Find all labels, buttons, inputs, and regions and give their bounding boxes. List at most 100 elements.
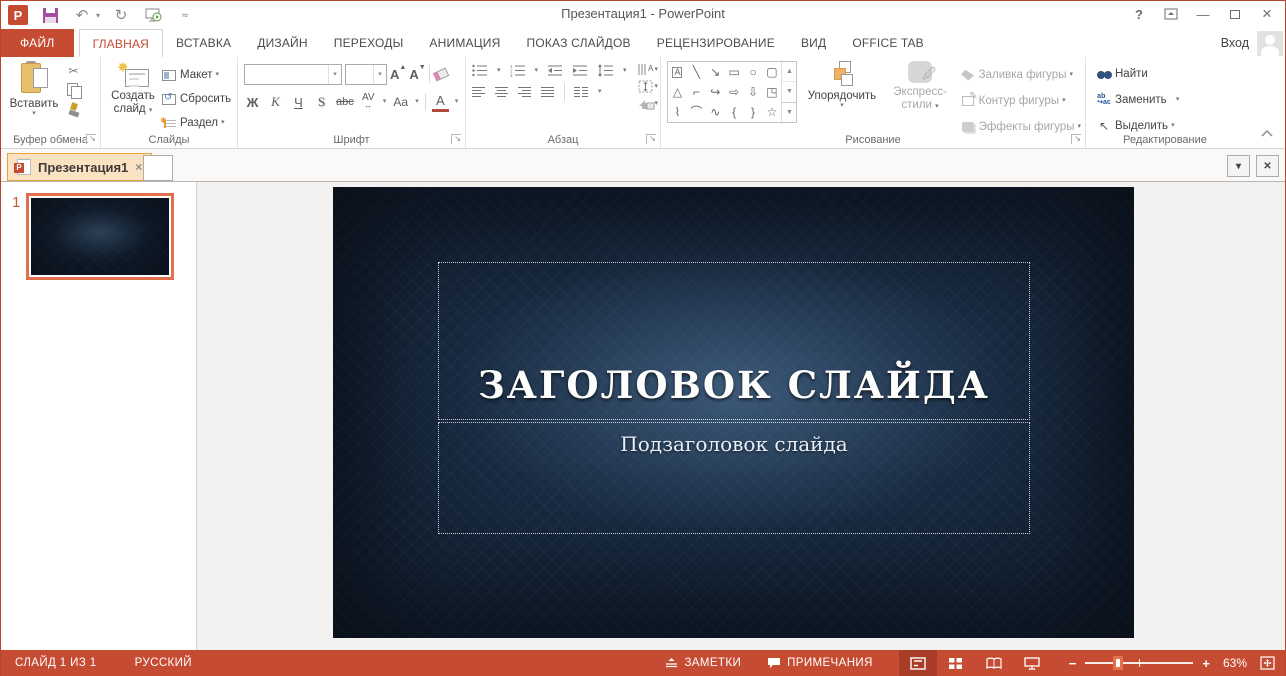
increase-indent-icon[interactable] — [572, 64, 588, 77]
shape-star[interactable]: ☆ — [767, 106, 778, 118]
align-left-icon[interactable] — [472, 86, 486, 99]
shape-scribble[interactable]: ⌇ — [675, 106, 681, 118]
collapse-ribbon-icon[interactable] — [1261, 124, 1273, 142]
title-placeholder[interactable]: ЗАГОЛОВОК СЛАЙДА — [438, 262, 1030, 420]
maximize-icon[interactable] — [1221, 3, 1249, 25]
fit-slide-to-window-button[interactable] — [1260, 656, 1275, 670]
copy-icon[interactable] — [65, 82, 82, 98]
new-document-tab-button[interactable] — [143, 155, 173, 181]
shapes-scroll-up-icon[interactable]: ▲ — [782, 62, 796, 81]
shape-arc[interactable]: ⌒ — [690, 106, 702, 118]
slide-thumbnail-1[interactable] — [26, 193, 174, 280]
tab-insert[interactable]: ВСТАВКА — [163, 29, 244, 57]
ribbon-display-options-icon[interactable] — [1157, 3, 1185, 25]
drawing-dialog-launcher-icon[interactable]: ↘ — [1071, 134, 1081, 144]
align-text-icon[interactable]: ▾ — [637, 80, 659, 93]
shape-rounded-rectangle[interactable]: ▢ — [766, 66, 777, 78]
columns-icon[interactable] — [574, 86, 589, 99]
zoom-slider-thumb[interactable] — [1113, 656, 1123, 670]
tab-animations[interactable]: АНИМАЦИЯ — [416, 29, 513, 57]
slide-show-view-button[interactable] — [1013, 650, 1051, 676]
slide-counter[interactable]: СЛАЙД 1 ИЗ 1 — [15, 657, 97, 669]
subtitle-placeholder[interactable]: Подзаголовок слайда — [438, 422, 1030, 534]
cut-icon[interactable]: ✂ — [65, 63, 82, 79]
shape-oval[interactable]: ○ — [749, 66, 756, 78]
arrange-button[interactable]: Упорядочить ▾ — [803, 61, 880, 131]
font-size-combo[interactable]: ▾ — [345, 64, 387, 85]
section-button[interactable]: Раздел▾ — [161, 112, 231, 134]
shape-line[interactable]: ╲ — [693, 66, 700, 78]
zoom-slider[interactable] — [1085, 656, 1193, 670]
italic-button[interactable]: К — [267, 92, 284, 112]
align-right-icon[interactable] — [518, 86, 532, 99]
shapes-scroll-down-icon[interactable]: ▼ — [782, 81, 796, 101]
line-spacing-icon[interactable] — [597, 64, 614, 77]
shape-snip-corner-rectangle[interactable]: ◳ — [766, 86, 777, 98]
shapes-gallery[interactable]: A ╲ ↘ ▭ ○ ▢ △ ⌐ ↪ ⇨ ⇩ ◳ ⌇ ⌒ ∿ — [667, 61, 797, 123]
tab-office-tab[interactable]: OFFICE TAB — [839, 29, 937, 57]
normal-view-button[interactable] — [899, 650, 937, 676]
text-shadow-button[interactable]: S — [313, 92, 330, 112]
close-icon[interactable]: × — [1253, 3, 1281, 25]
change-case-button[interactable]: Aa — [392, 92, 409, 112]
reading-view-button[interactable] — [975, 650, 1013, 676]
reset-button[interactable]: Сбросить — [161, 88, 231, 110]
tab-design[interactable]: ДИЗАЙН — [244, 29, 321, 57]
increase-font-size-button[interactable]: А▲ — [390, 67, 406, 82]
replace-button[interactable]: ab↪acЗаменить ▾ — [1096, 89, 1240, 111]
font-name-combo[interactable]: ▾ — [244, 64, 342, 85]
shape-curve[interactable]: ∿ — [710, 106, 720, 118]
help-icon[interactable]: ? — [1125, 3, 1153, 25]
new-slide-button[interactable]: ✸ Создатьслайд ▾ — [107, 61, 159, 131]
shape-right-brace[interactable]: } — [751, 106, 755, 118]
convert-to-smartart-icon[interactable]: ▾ — [637, 97, 659, 110]
close-tab-button[interactable]: ✕ — [1256, 155, 1279, 177]
zoom-in-button[interactable]: + — [1202, 656, 1210, 671]
user-avatar[interactable] — [1257, 31, 1283, 56]
shape-fill-button[interactable]: Заливка фигуры▾ — [960, 64, 1081, 86]
shape-left-brace[interactable]: { — [732, 106, 736, 118]
bullets-icon[interactable] — [472, 64, 488, 77]
shape-outline-button[interactable]: Контур фигуры▾ — [960, 90, 1081, 112]
notes-toggle[interactable]: ЗАМЕТКИ — [665, 657, 741, 669]
comments-toggle[interactable]: ПРИМЕЧАНИЯ — [767, 657, 873, 669]
bold-button[interactable]: Ж — [244, 92, 261, 112]
font-dialog-launcher-icon[interactable]: ↘ — [451, 134, 461, 144]
tab-file[interactable]: ФАЙЛ — [1, 29, 74, 57]
find-button[interactable]: Найти — [1096, 63, 1240, 85]
strikethrough-button[interactable]: abc — [336, 92, 354, 112]
numbering-icon[interactable]: 123 — [510, 64, 526, 77]
underline-button[interactable]: Ч — [290, 92, 307, 112]
paste-button[interactable]: Вставить ▾ — [7, 61, 61, 131]
document-tab-active[interactable]: Презентация1 × — [7, 153, 152, 181]
tab-slideshow[interactable]: ПОКАЗ СЛАЙДОВ — [514, 29, 644, 57]
slide-canvas[interactable]: ЗАГОЛОВОК СЛАЙДА Подзаголовок слайда — [333, 187, 1134, 638]
quick-styles-button[interactable]: Экспресс-стили ▾ — [886, 61, 953, 131]
zoom-level[interactable]: 63% — [1223, 656, 1247, 670]
slide-sorter-view-button[interactable] — [937, 650, 975, 676]
shapes-more-icon[interactable]: ▼ — [782, 102, 796, 122]
decrease-font-size-button[interactable]: А▼ — [409, 67, 425, 82]
tab-view[interactable]: ВИД — [788, 29, 839, 57]
shape-triangle[interactable]: △ — [673, 86, 682, 98]
tab-review[interactable]: РЕЦЕНЗИРОВАНИЕ — [644, 29, 788, 57]
font-color-button[interactable]: А — [432, 92, 449, 112]
clear-formatting-icon[interactable] — [433, 66, 449, 82]
character-spacing-button[interactable]: AV↔ — [360, 92, 377, 112]
paragraph-dialog-launcher-icon[interactable]: ↘ — [646, 134, 656, 144]
zoom-out-button[interactable]: − — [1069, 656, 1077, 671]
tab-list-dropdown-icon[interactable]: ▾ — [1227, 155, 1250, 177]
layout-button[interactable]: Макет▾ — [161, 64, 231, 86]
shape-elbow-connector[interactable]: ⌐ — [693, 86, 700, 98]
shape-right-arrow[interactable]: ⇨ — [729, 86, 739, 98]
text-direction-icon[interactable]: A▾ — [637, 63, 659, 76]
shape-rectangle[interactable]: ▭ — [728, 66, 739, 78]
shape-arrow[interactable]: ↘ — [710, 66, 720, 78]
shape-elbow-arrow-connector[interactable]: ↪ — [710, 86, 720, 98]
align-center-icon[interactable] — [495, 86, 509, 99]
shape-down-arrow[interactable]: ⇩ — [748, 86, 758, 98]
language-indicator[interactable]: РУССКИЙ — [135, 657, 192, 669]
justify-icon[interactable] — [541, 86, 555, 99]
minimize-icon[interactable]: — — [1189, 3, 1217, 25]
document-tab-close-icon[interactable]: × — [135, 160, 142, 174]
